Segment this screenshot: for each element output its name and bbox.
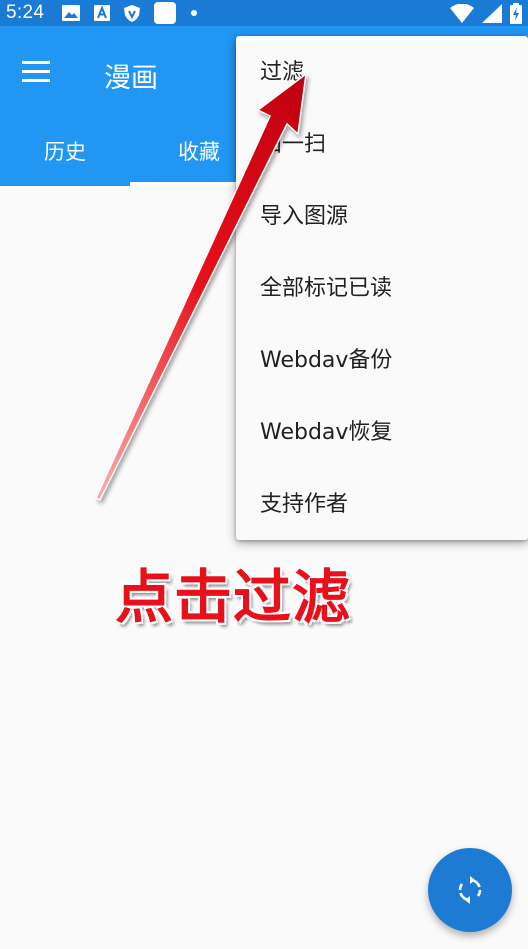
a-text-icon	[94, 5, 111, 21]
status-bar: 5:24	[0, 0, 528, 26]
menu-item-webdav-restore[interactable]: Webdav恢复	[260, 418, 392, 448]
app-square-icon	[154, 2, 177, 24]
status-notification-icons	[62, 2, 198, 24]
menu-item-webdav-backup[interactable]: Webdav备份	[260, 346, 392, 376]
sync-icon	[458, 876, 482, 904]
menu-item-filter[interactable]: 过滤	[260, 58, 304, 88]
dot-icon	[191, 10, 198, 16]
tab-history[interactable]: 历史	[0, 136, 130, 180]
menu-item-import-source[interactable]: 导入图源	[260, 202, 348, 232]
annotation-text: 点击过滤	[115, 563, 352, 631]
sync-fab-button[interactable]	[428, 848, 512, 932]
shield-icon	[124, 4, 141, 22]
battery-charging-icon	[510, 3, 522, 24]
status-time: 5:24	[6, 2, 45, 23]
menu-item-support-author[interactable]: 支持作者	[260, 490, 348, 520]
menu-item-scan[interactable]: 扫一扫	[260, 130, 326, 160]
wifi-icon	[450, 4, 474, 23]
signal-icon	[482, 4, 502, 23]
image-icon	[62, 5, 81, 21]
status-system-icons	[450, 3, 522, 24]
menu-item-mark-all-read[interactable]: 全部标记已读	[260, 274, 392, 304]
hamburger-menu-icon[interactable]	[20, 58, 52, 86]
overflow-menu: 过滤 扫一扫 导入图源 全部标记已读 Webdav备份 Webdav恢复 支持作…	[236, 36, 528, 540]
app-title: 漫画	[104, 63, 158, 94]
tab-indicator	[130, 182, 236, 186]
